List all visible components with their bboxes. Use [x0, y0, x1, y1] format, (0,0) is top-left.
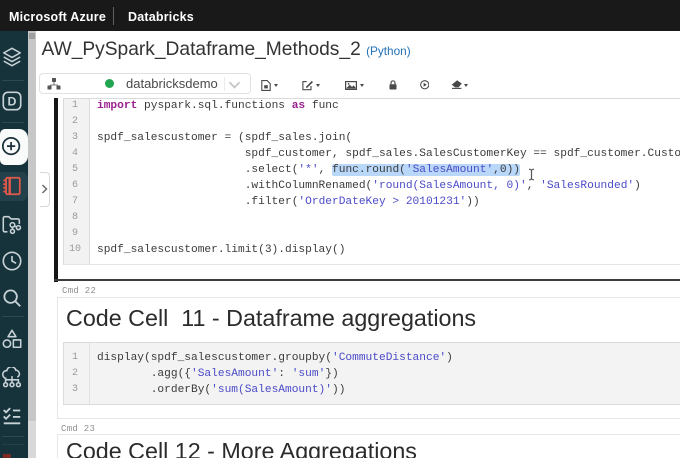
svg-text:D: D	[8, 95, 17, 109]
